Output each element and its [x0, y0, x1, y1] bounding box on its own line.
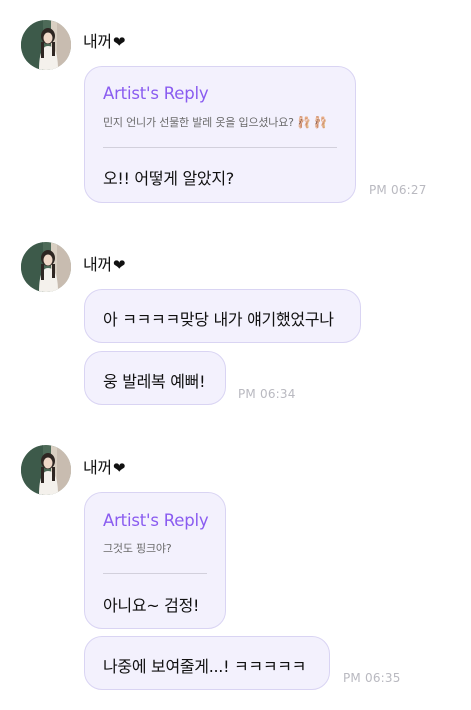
message-bubble[interactable]: 웅 발레복 예뻐!	[84, 351, 226, 405]
sender-name: 내꺼❤	[83, 454, 125, 478]
heart-icon: ❤	[112, 33, 126, 51]
message-text: 나중에 보여줄게...! ㅋㅋㅋㅋㅋ	[103, 657, 307, 676]
reply-title: Artist's Reply	[103, 84, 209, 103]
sender-name: 내꺼❤	[83, 251, 125, 275]
message-timestamp: PM 06:34	[238, 387, 296, 401]
message-bubble[interactable]: 나중에 보여줄게...! ㅋㅋㅋㅋㅋ	[84, 636, 330, 690]
message-bubble[interactable]: 아 ㅋㅋㅋㅋ맞당 내가 얘기했었구나	[84, 289, 361, 343]
message-timestamp: PM 06:35	[343, 671, 401, 685]
message-timestamp: PM 06:27	[369, 183, 427, 197]
sender-name-text: 내꺼	[83, 458, 112, 477]
heart-icon: ❤	[112, 256, 126, 274]
message-text: 아니요~ 검정!	[103, 596, 200, 615]
profile-photo-icon	[21, 242, 71, 292]
sender-name: 내꺼❤	[83, 28, 125, 52]
sender-name-text: 내꺼	[83, 32, 112, 51]
profile-photo-icon	[21, 20, 71, 70]
message-text: 아 ㅋㅋㅋㅋ맞당 내가 얘기했었구나	[103, 310, 334, 329]
reply-divider	[103, 147, 337, 148]
avatar[interactable]	[21, 445, 71, 495]
profile-photo-icon	[21, 445, 71, 495]
sender-name-text: 내꺼	[83, 255, 112, 274]
reply-title: Artist's Reply	[103, 511, 209, 530]
reply-message-bubble[interactable]: Artist's Reply 그것도 핑크야? 아니요~ 검정!	[84, 492, 226, 629]
message-text: 오!! 어떻게 알았지?	[103, 169, 234, 188]
avatar[interactable]	[21, 242, 71, 292]
avatar[interactable]	[21, 20, 71, 70]
reply-quote: 그것도 핑크야?	[103, 542, 172, 555]
message-text: 웅 발레복 예뻐!	[103, 372, 206, 391]
reply-divider	[103, 573, 207, 574]
reply-quote: 민지 언니가 선물한 발레 옷을 입으셨나요? 🩰 🩰	[103, 116, 328, 129]
reply-message-bubble[interactable]: Artist's Reply 민지 언니가 선물한 발레 옷을 입으셨나요? 🩰…	[84, 66, 356, 203]
heart-icon: ❤	[112, 459, 126, 477]
